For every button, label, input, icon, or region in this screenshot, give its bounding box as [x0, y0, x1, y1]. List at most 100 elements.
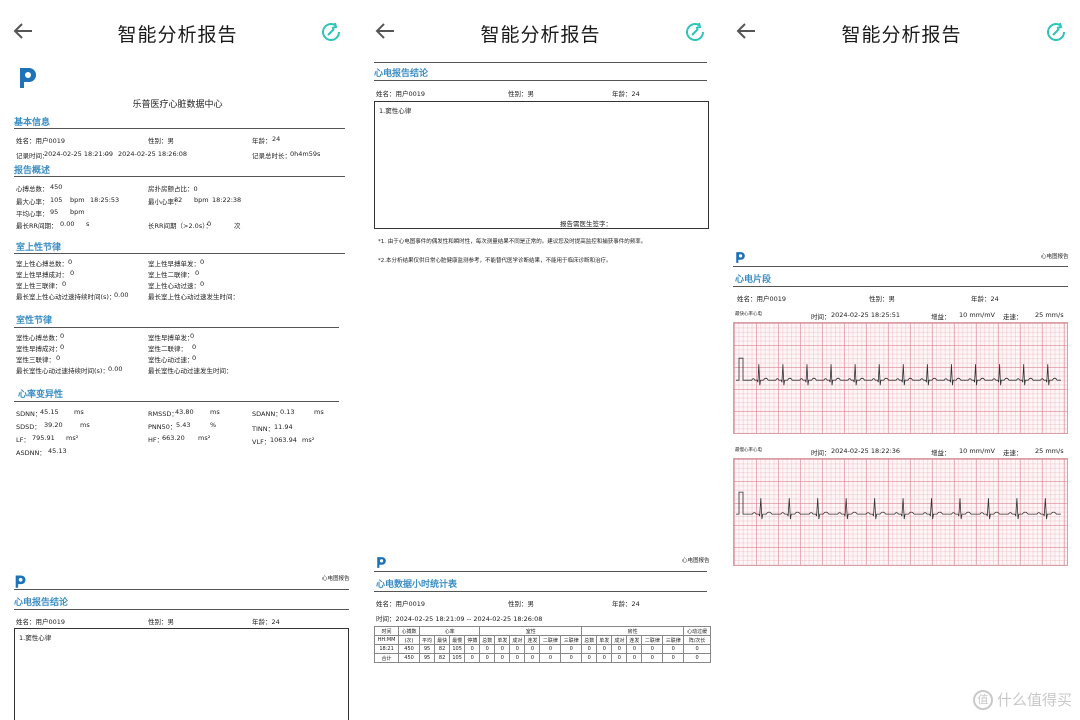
lf-label: LF： [16, 436, 30, 444]
pnn50-value: 5.43 [176, 421, 191, 429]
table-cell: 0 [464, 653, 481, 663]
header-cell: 心动过缓 [683, 626, 711, 636]
table-cell: 95 [418, 653, 436, 663]
app-bar: 智能分析报告 [362, 0, 719, 62]
gain-value: 10 mm/mV [959, 447, 995, 455]
strip-label: 最快心率心电 [735, 312, 762, 317]
section-title-supraventricular: 室上性节律 [16, 243, 62, 253]
patient-age: 年龄：24 [612, 600, 640, 608]
ms2-unit: ms² [198, 434, 211, 442]
lepu-logo-icon [15, 575, 26, 588]
rmssd-label: RMSSD： [148, 410, 178, 418]
divider [14, 589, 349, 590]
sv-pair-value: 0 [70, 269, 75, 277]
lepu-logo-icon [377, 557, 386, 568]
vlf-label: VLF： [252, 438, 271, 446]
disclaimer-note-2: *2.本分析结果仅供日常心脏健康监测参考，不能替代医学诊断结果，不能用于临床诊断… [378, 258, 612, 264]
table-cell: 95 [418, 644, 436, 654]
table-cell: 0 [596, 644, 613, 654]
sv-tachy-label: 室上性心动过速： [148, 282, 200, 290]
hf-label: HF： [148, 436, 164, 444]
min-hr-value: 82 [174, 196, 183, 204]
table-cell: 0 [626, 644, 643, 654]
patient-name: 姓名：用户0019 [376, 90, 426, 98]
divider [14, 176, 345, 177]
table-row: 合计 450 95 82 105 0 0 0 0 0 0 0 0 0 0 0 0 0 0 [373, 653, 711, 663]
section-title-ventricular: 室性节律 [16, 316, 53, 326]
ecg-trace [736, 357, 1061, 386]
watermark: 值什么值得买 [972, 689, 1072, 710]
table-cell: 82 [434, 653, 451, 663]
subheader-cell: 成对 [611, 635, 628, 645]
table-cell: 0 [509, 644, 526, 654]
page-title: 智能分析报告 [117, 24, 238, 46]
table-cell: 0 [539, 644, 562, 654]
times-unit: 次 [234, 222, 241, 230]
strip-time: 2024-02-25 18:22:36 [831, 447, 901, 455]
table-cell: 0 [626, 653, 643, 663]
max-hr-label: 最大心率： [16, 198, 49, 206]
sec-unit: s [86, 220, 90, 228]
subheader-cell: 总数 [479, 635, 496, 645]
section-title-conclusion: 心电报告结论 [374, 69, 429, 79]
v-tachy-value: 0 [192, 354, 197, 362]
sv-longest-duration-value: 0.00 [114, 291, 129, 299]
section-title-basic: 基本信息 [14, 118, 51, 128]
total-beats-value: 450 [50, 183, 63, 191]
refresh-share-icon[interactable] [319, 20, 343, 44]
table-cell: 450 [398, 653, 420, 663]
divider [14, 609, 349, 610]
divider [374, 80, 707, 81]
dash: -- [104, 150, 109, 158]
subheader-cell: 三联律 [662, 635, 685, 645]
subheader-cell: 三联律 [560, 635, 583, 645]
speed-value: 25 mm/s [1035, 311, 1064, 319]
max-rr-value: 0.00 [60, 220, 75, 228]
table-cell: 0 [641, 644, 664, 654]
duration-label: 记录总时长： [252, 152, 291, 160]
refresh-share-icon[interactable] [683, 20, 707, 44]
header-cell: 心率 [418, 626, 481, 636]
table-cell: 0 [611, 653, 628, 663]
subheader-cell: 停搏 [464, 635, 481, 645]
phone-screen-3: 智能分析报告 心电图报告 心电片段 姓名：用户0019 性别：男 年龄：24 最… [723, 0, 1080, 720]
table-cell: 0 [479, 653, 496, 663]
patient-name: 姓名：用户0019 [737, 295, 787, 303]
table-cell: 0 [662, 644, 685, 654]
duration-value: 0h4m59s [290, 150, 321, 158]
subheader-cell: 最快 [434, 635, 451, 645]
time-label: 时间： [811, 449, 831, 457]
percent-unit: % [210, 421, 217, 429]
report-header-label: 心电图报告 [322, 576, 350, 582]
table-cell: 0 [581, 644, 598, 654]
table-subheader-row: HH:MM (次) 平均 最快 最慢 停搏 总数 单发 成对 连发 二联律 三联律 总数 单发 成对 连发 二联… [373, 635, 711, 645]
section-title-hrv: 心率变异性 [18, 390, 64, 400]
table-header-row: 时间 心搏数 心率 室性 房性 心动过缓 [373, 626, 711, 636]
time-label: 时间： [811, 313, 831, 321]
sv-longest-duration-label: 最长室上性心动过速持续时间(s)： [16, 293, 116, 301]
header-cell: 房性 [581, 626, 685, 636]
divider [374, 571, 707, 572]
table-cell: 0 [524, 644, 541, 654]
doctor-signature-label: 报告需医生签字： [560, 220, 612, 228]
sdann-label: SDANN： [252, 410, 282, 418]
tinn-label: TINN： [252, 425, 275, 433]
v-bigeminy-label: 室性二联律： [148, 345, 187, 353]
v-total-label: 室性心搏总数： [16, 334, 62, 342]
sv-trigeminy-value: 0 [62, 280, 67, 288]
divider [14, 128, 345, 129]
page-title: 智能分析报告 [480, 24, 601, 46]
patient-gender: 性别：男 [508, 600, 534, 608]
report-header-label: 心电图报告 [682, 558, 710, 564]
phone-screen-2: 智能分析报告 心电报告结论 姓名：用户0019 性别：男 年龄：24 1.窦性心… [362, 0, 719, 720]
bpm-unit: bpm [70, 196, 85, 204]
patient-gender: 性别：男 [148, 618, 174, 626]
disclaimer-note-1: *1. 由于心电图事件的偶发性和瞬时性，每次测量结果不同是正常的。建议您及时提高… [378, 239, 647, 245]
rmssd-value: 43.80 [175, 408, 194, 416]
section-title-overview: 报告概述 [14, 166, 51, 176]
refresh-share-icon[interactable] [1044, 20, 1068, 44]
phone-screen-1: 智能分析报告 乐普医疗心脏数据中心 基本信息 姓名：用户0019 性别：男 年龄… [0, 0, 355, 720]
speed-label: 走速： [1003, 449, 1023, 457]
max-rr-label: 最长RR间期： [16, 222, 58, 230]
table-cell: 82 [434, 644, 451, 654]
